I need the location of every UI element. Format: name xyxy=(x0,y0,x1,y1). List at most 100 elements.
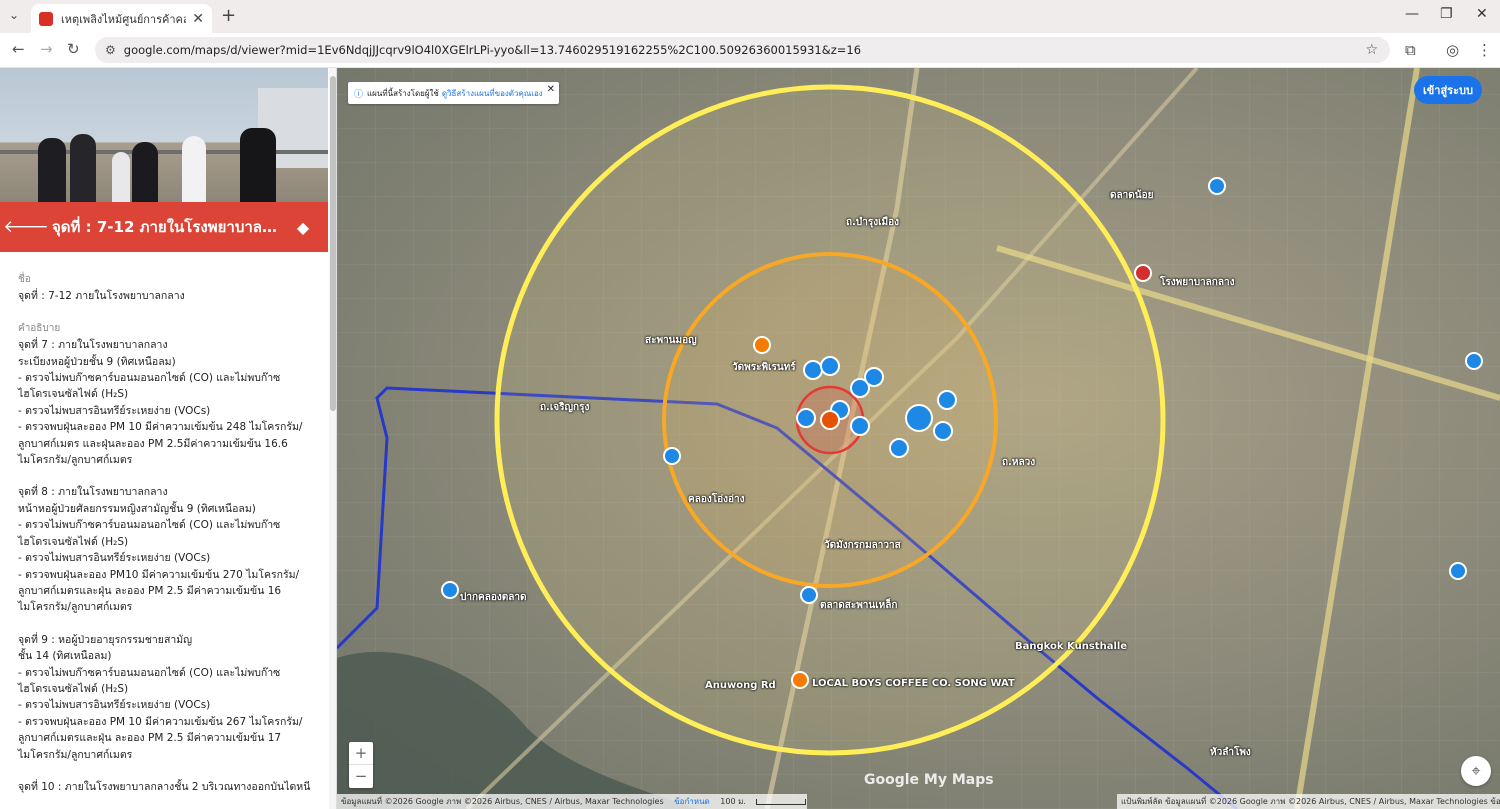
feature-details-panel: 🡐 จุดที่ : 7-12 ภายในโรงพยาบาลก... ◆ ชื่… xyxy=(0,68,337,809)
scale-bar xyxy=(755,798,806,805)
google-my-maps-logo: Google My Maps xyxy=(864,772,994,788)
notice-link[interactable]: ดูวิธีสร้างแผนที่ของตัวคุณเอง xyxy=(442,87,543,100)
marker xyxy=(441,581,459,599)
zoom-controls: + − xyxy=(349,742,373,788)
back-icon[interactable]: ← xyxy=(12,40,25,58)
place-label[interactable]: หัวลำโพง xyxy=(1210,745,1251,760)
description-line: - ตรวจไม่พบสารอินทรีย์ระเหยง่าย (VOCs) xyxy=(18,404,211,417)
notice-close-icon[interactable]: ✕ xyxy=(547,84,555,95)
fire-origin-marker xyxy=(820,410,840,430)
place-label[interactable]: คลองโอ่งอ่าง xyxy=(688,492,744,507)
marker xyxy=(864,367,884,387)
menu-kebab-icon[interactable]: ⋮ xyxy=(1477,41,1492,59)
terms-link[interactable]: ข้อกำหนด xyxy=(674,797,710,806)
description-line: - ตรวจไม่พบสารอินทรีย์ระเหยง่าย (VOCs) xyxy=(18,699,211,712)
place-label[interactable]: ตลาดสะพานเหล็ก xyxy=(820,598,897,613)
marker xyxy=(803,360,823,380)
description-line: จุดที่ 8 : ภายในโรงพยาบาลกลาง xyxy=(18,486,168,499)
marker xyxy=(800,586,818,604)
place-label[interactable]: Anuwong Rd xyxy=(705,680,776,691)
site-info-icon[interactable]: ⚙ xyxy=(105,43,116,57)
description-line: ไมโครกรัม/ลูกบาศก์เมตร xyxy=(18,454,133,467)
place-label[interactable]: ถ.บำรุงเมือง xyxy=(846,215,899,230)
marker xyxy=(937,390,957,410)
marker xyxy=(663,447,681,465)
restaurant-marker xyxy=(753,336,771,354)
place-label[interactable]: ถ.เจริญกรุง xyxy=(540,400,589,415)
maps-favicon-icon xyxy=(39,11,53,26)
feature-photo[interactable] xyxy=(0,68,328,202)
description-line: ไมโครกรัม/ลูกบาศก์เมตร xyxy=(18,601,133,614)
place-label[interactable]: LOCAL BOYS COFFEE CO. SONG WAT xyxy=(812,678,1015,689)
hospital-marker xyxy=(1134,264,1152,282)
extensions-icon[interactable]: ⧉ xyxy=(1405,41,1416,59)
active-tab[interactable]: เหตุเพลิงไหม้ศูนย์การค้าคลองถมเซ็นเตอร์ … xyxy=(31,4,212,33)
map-overlay xyxy=(337,68,1500,809)
description-line: หน้าหอผู้ป่วยศัลยกรรมหญิงสามัญชั้น 9 (ทิ… xyxy=(18,502,256,515)
description-body: จุดที่ 7 : ภายในโรงพยาบาลกลางระเบียงหอผู… xyxy=(18,337,318,779)
description-line: - ตรวจพบฝุ่นละออง PM 10 มีค่าความเข้มข้น… xyxy=(18,715,303,728)
address-bar[interactable]: ⚙ google.com/maps/d/viewer?mid=1Ev6NdqjJ… xyxy=(95,37,1390,63)
selected-marker xyxy=(905,404,933,432)
new-tab-icon[interactable]: + xyxy=(221,5,236,26)
notice-text: แผนที่นี้สร้างโดยผู้ใช้ xyxy=(367,88,439,98)
back-arrow-icon[interactable]: 🡐 xyxy=(0,217,52,237)
description-line: - ตรวจไม่พบก๊าซคาร์บอนมอนอกไซด์ (CO) และ… xyxy=(18,666,281,679)
marker xyxy=(850,416,870,436)
name-label: ชื่อ xyxy=(18,274,31,285)
zoom-in-button[interactable]: + xyxy=(349,742,373,765)
tab-bar: ⌄ เหตุเพลิงไหม้ศูนย์การค้าคลองถมเซ็นเตอร… xyxy=(0,0,1500,33)
feature-description: ชื่อ จุดที่ : 7-12 ภายในโรงพยาบาลกลาง คำ… xyxy=(18,272,318,795)
bookmark-star-icon[interactable]: ☆ xyxy=(1365,42,1378,58)
tab-close-icon[interactable]: ✕ xyxy=(192,11,204,27)
scale-label: 100 ม. xyxy=(720,797,746,806)
sign-in-button[interactable]: เข้าสู่ระบบ xyxy=(1414,76,1482,104)
directions-icon[interactable]: ◆ xyxy=(278,218,328,237)
place-label[interactable]: โรงพยาบาลกลาง xyxy=(1160,275,1234,290)
description-line: ลูกบาศก์เมตรและฝุ่น ละออง PM 2.5 มีค่าคว… xyxy=(18,732,282,745)
marker xyxy=(820,356,840,376)
place-label[interactable]: วัดพระพิเรนทร์ xyxy=(732,360,796,375)
close-window-icon[interactable]: ✕ xyxy=(1476,6,1488,22)
description-line: - ตรวจพบฝุ่นละออง PM10 มีค่าความเข้มข้น … xyxy=(18,568,300,581)
description-line: ระเบียงหอผู้ป่วยชั้น 9 (ทิศเหนือลม) xyxy=(18,355,176,368)
panel-scrollbar[interactable] xyxy=(329,68,336,809)
name-value: จุดที่ : 7-12 ภายในโรงพยาบาลกลาง xyxy=(18,290,185,303)
marker xyxy=(1208,177,1226,195)
place-label[interactable]: ถ.หลวง xyxy=(1002,455,1035,470)
place-label[interactable]: ดลาดน้อย xyxy=(1110,188,1153,203)
minimize-icon[interactable]: — xyxy=(1405,6,1419,22)
place-label[interactable]: ปากคลองตลาด xyxy=(460,590,526,605)
place-label[interactable]: สะพานมอญ xyxy=(645,333,697,348)
description-line: - ตรวจไม่พบสารอินทรีย์ระเหยง่าย (VOCs) xyxy=(18,552,211,565)
cafe-marker xyxy=(791,671,809,689)
marker xyxy=(933,421,953,441)
description-line: ลูกบาศก์เมตรและฝุ่น ละออง PM 2.5 มีค่าคว… xyxy=(18,584,282,597)
place-label[interactable]: Bangkok Kunsthalle xyxy=(1015,641,1127,652)
reload-icon[interactable]: ↻ xyxy=(67,40,80,58)
maximize-icon[interactable]: ❐ xyxy=(1440,6,1453,22)
place-label[interactable]: วัดมังกรกมลาวาส xyxy=(824,538,901,553)
description-line: จุดที่ 9 : หอผู้ป่วยอายุรกรรมชายสามัญ xyxy=(18,633,193,646)
map-attribution-right: แป้นพิมพ์ลัด ข้อมูลแผนที่ ©2026 Google ภ… xyxy=(1117,794,1500,809)
description-line: - ตรวจไม่พบก๊าซคาร์บอนมอนอกไซด์ (CO) และ… xyxy=(18,372,281,385)
profile-icon[interactable]: ◎ xyxy=(1446,41,1459,59)
tab-title: เหตุเพลิงไหม้ศูนย์การค้าคลองถมเซ็นเตอร์ xyxy=(61,12,186,26)
description-line: จุดที่ 7 : ภายในโรงพยาบาลกลาง xyxy=(18,339,168,352)
road xyxy=(1294,68,1420,809)
description-line: ไฮโดรเจนซัลไฟด์ (H₂S) xyxy=(18,388,129,401)
browser-toolbar: ← → ↻ ⚙ google.com/maps/d/viewer?mid=1Ev… xyxy=(0,33,1500,68)
description-line: ไฮโดรเจนซัลไฟด์ (H₂S) xyxy=(18,682,129,695)
zoom-out-button[interactable]: − xyxy=(349,765,373,788)
tab-search-icon[interactable]: ⌄ xyxy=(9,8,19,22)
marker xyxy=(796,408,816,428)
description-line: จุดที่ 10 : ภายในโรงพยาบาลกลางชั้น 2 บริ… xyxy=(18,780,311,793)
forward-icon[interactable]: → xyxy=(40,40,53,58)
url-text: google.com/maps/d/viewer?mid=1Ev6NdqjJJc… xyxy=(123,43,862,57)
info-icon: ⓘ xyxy=(354,89,364,100)
map-attribution: ข้อมูลแผนที่ ©2026 Google ภาพ ©2026 Airb… xyxy=(337,794,807,809)
description-line: ลูกบาศก์เมตร และฝุ่นละออง PM 2.5มีค่าควา… xyxy=(18,437,288,450)
my-location-icon[interactable]: ⌖ xyxy=(1461,756,1491,786)
map-canvas[interactable]: โรงพยาบาลกลางถ.เจริญกรุงคลองโอ่งอ่างวัดม… xyxy=(337,68,1500,809)
feature-title: จุดที่ : 7-12 ภายในโรงพยาบาลก... xyxy=(52,218,278,236)
